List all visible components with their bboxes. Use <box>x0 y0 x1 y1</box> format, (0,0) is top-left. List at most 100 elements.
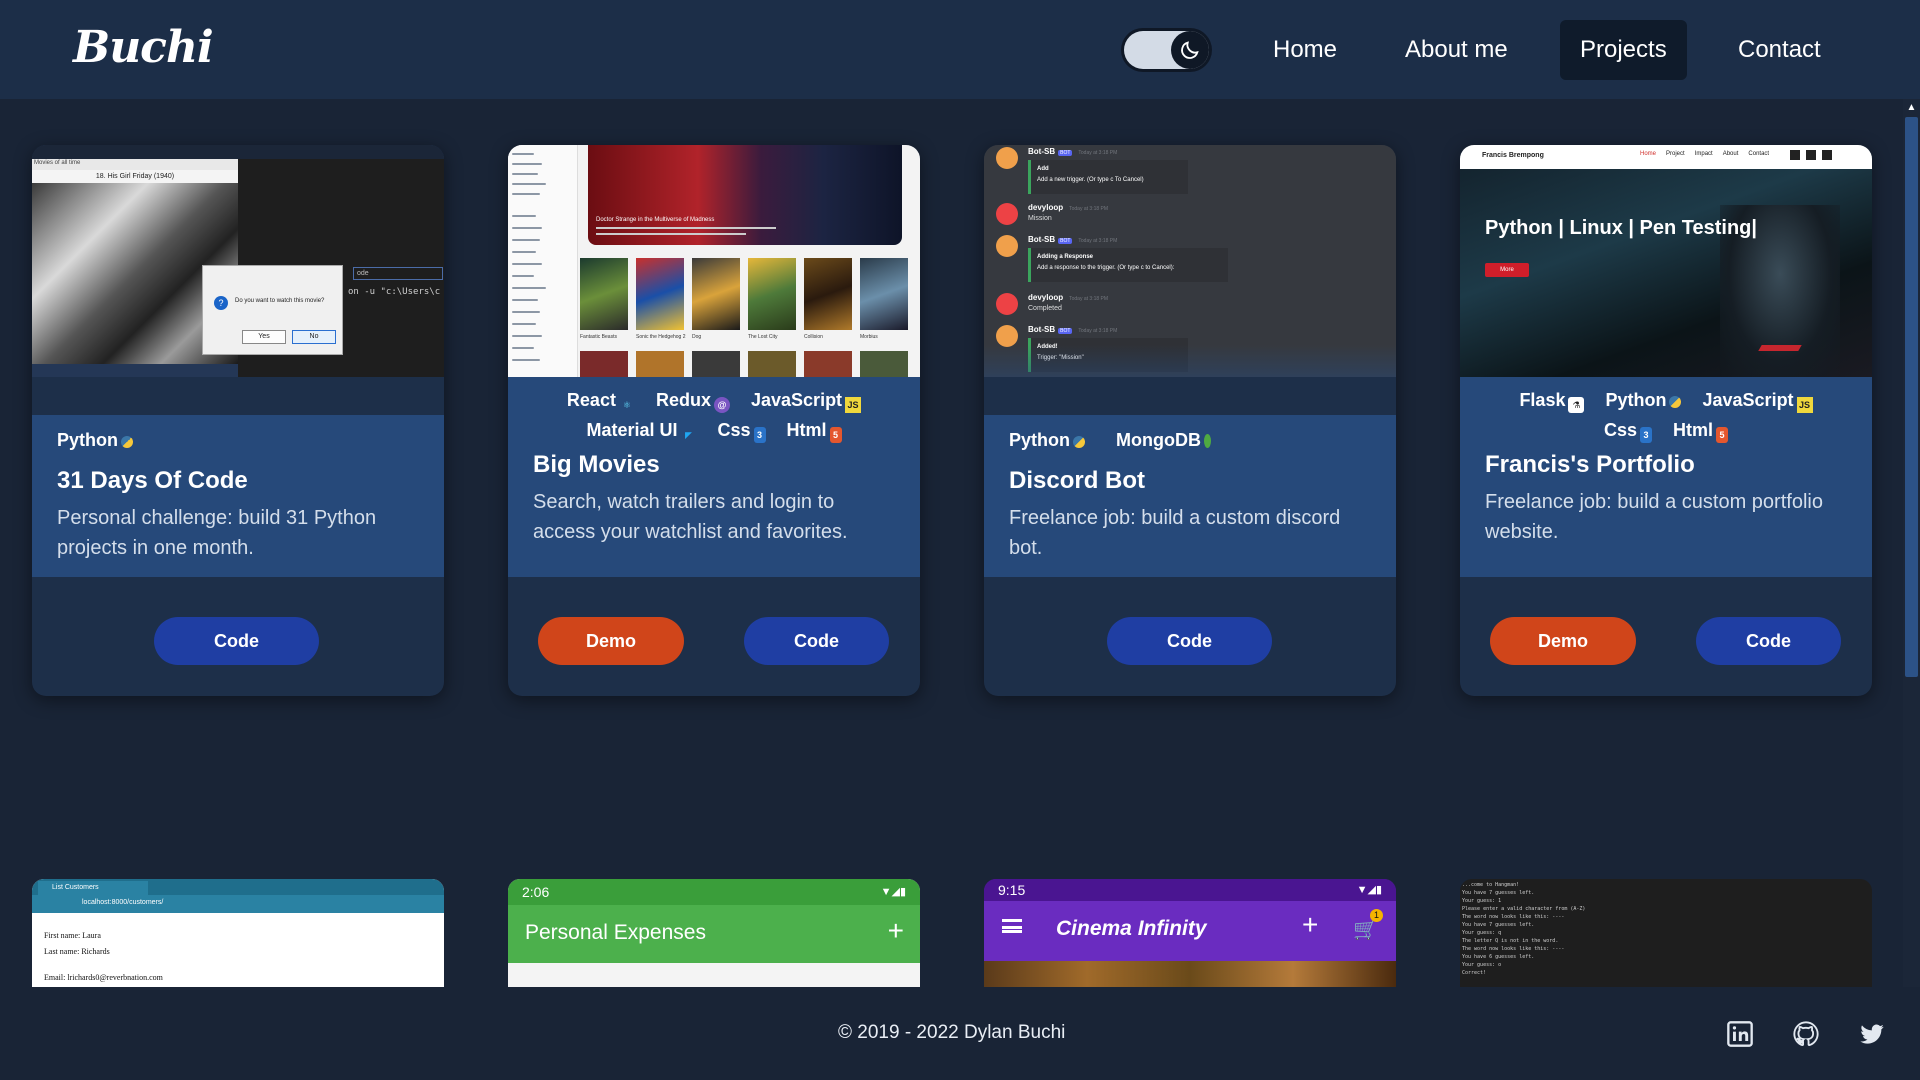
material-ui-icon: ◤ <box>685 430 692 440</box>
tag-html: Html 5 <box>787 415 842 445</box>
python-icon <box>121 436 133 448</box>
mongodb-icon <box>1204 434 1211 448</box>
html-icon: 5 <box>1716 427 1729 443</box>
code-button[interactable]: Code <box>1696 617 1841 665</box>
demo-button[interactable]: Demo <box>538 617 684 665</box>
tag-html: Html 5 <box>1673 415 1729 445</box>
html-icon: 5 <box>829 427 842 443</box>
project-card-personal-expenses[interactable]: 2:06 ▼◢▮ Personal Expenses + <box>508 879 920 987</box>
moon-icon <box>1171 31 1209 69</box>
javascript-icon: JS <box>1796 397 1813 413</box>
project-card-francis-portfolio: Francis Brempong Home Project Impact About C… <box>1460 145 1872 696</box>
tag-material-ui: Material UI ◤ <box>586 415 696 445</box>
avatar <box>996 325 1018 347</box>
terminal-line: The word now looks like this: ---- <box>1462 914 1565 920</box>
project-card-big-movies: Doctor Strange in the Multiverse of Madn… <box>508 145 920 696</box>
card-description: Freelance job: build a custom portfolio … <box>1485 491 1823 543</box>
redux-icon: @ <box>713 397 730 413</box>
linkedin-icon[interactable] <box>1726 1020 1754 1048</box>
python-icon <box>1073 436 1085 448</box>
avatar <box>996 235 1018 257</box>
project-card-customers[interactable]: List Customers localhost:8000/customers/… <box>32 879 444 987</box>
scrollbar-thumb[interactable] <box>1905 117 1918 677</box>
terminal-line: The word now looks like this: ---- <box>1462 946 1565 952</box>
copyright-text: © 2019 - 2022 Dylan Buchi <box>838 1022 1066 1043</box>
navbar: Buchi Home About me Projects Contact <box>0 0 1920 99</box>
discord-message: Bot-SB BOT Today at 3:18 PM Adding a Respon… <box>996 235 1386 285</box>
tag-python: Python <box>1605 385 1682 415</box>
card-title: Francis's Portfolio <box>1485 451 1695 478</box>
twitter-icon[interactable] <box>1858 1020 1886 1048</box>
card-description: Personal challenge: build 31 Python proj… <box>57 507 377 559</box>
card-title: Discord Bot <box>1009 467 1146 494</box>
project-screenshot: Francis Brempong Home Project Impact About C… <box>1460 145 1872 377</box>
avatar <box>996 147 1018 169</box>
brand-logo[interactable]: Buchi <box>73 22 214 73</box>
terminal-line: Your guess: q <box>1462 930 1502 936</box>
project-screenshot: Doctor Strange in the Multiverse of Madn… <box>508 145 920 377</box>
card-body: Flask ⚗ Python JavaScript JS Css 3 Html 5 Fr… <box>1460 377 1872 577</box>
page-scrollbar[interactable]: ▲ <box>1903 99 1920 987</box>
terminal-line: ...come to Hangman! <box>1462 882 1520 888</box>
theme-toggle[interactable] <box>1121 28 1212 72</box>
tag-redux: Redux @ <box>656 385 730 415</box>
card-body: Python 31 Days Of Code Personal challeng… <box>32 415 444 577</box>
avatar <box>996 293 1018 315</box>
python-icon <box>1669 396 1682 408</box>
card-description: Freelance job: build a custom discord bo… <box>1009 507 1341 559</box>
menu-icon <box>1002 919 1022 933</box>
tag-css: Css 3 <box>1604 415 1652 445</box>
javascript-icon: JS <box>845 397 862 413</box>
terminal-line: You have 6 guesses left. <box>1462 954 1535 960</box>
card-description: Search, watch trailers and login to acce… <box>533 491 848 543</box>
tech-tags: Python MongoDB <box>1009 415 1371 455</box>
terminal-line: Your guess: 1 <box>1462 898 1502 904</box>
tag-python: Python <box>1009 425 1085 455</box>
discord-message: Bot-SB BOT Today at 3:18 PM Add Add a new tr… <box>996 147 1386 197</box>
avatar <box>996 203 1018 225</box>
card-body: React ⚛ Redux @ JavaScript JS Material UI ◤ … <box>508 377 920 577</box>
add-icon: + <box>887 915 904 946</box>
react-icon: ⚛ <box>622 400 631 410</box>
css-icon: 3 <box>753 427 766 443</box>
css-icon: 3 <box>1640 427 1652 443</box>
nav-home[interactable]: Home <box>1253 20 1357 80</box>
add-icon: + <box>1302 909 1319 940</box>
tag-javascript: JavaScript JS <box>1703 385 1813 415</box>
tech-tags: Python <box>57 415 419 455</box>
nav-projects[interactable]: Projects <box>1560 20 1687 80</box>
project-card-cinema-infinity[interactable]: 9:15 ▼◢▮ Cinema Infinity + 🛒 1 <box>984 879 1396 987</box>
theme-toggle-track <box>1124 31 1209 69</box>
terminal-line: Your guess: o <box>1462 962 1502 968</box>
tag-python: Python <box>57 425 133 455</box>
project-screenshot: Movies of all time 18. His Girl Friday (… <box>32 145 444 377</box>
project-screenshot: Bot-SB BOT Today at 3:18 PM Add Add a new tr… <box>984 145 1396 377</box>
project-card-hangman[interactable]: ...come to Hangman! You have 7 guesses le… <box>1460 879 1872 987</box>
demo-button[interactable]: Demo <box>1490 617 1636 665</box>
tag-react: React ⚛ <box>567 385 635 415</box>
code-button[interactable]: Code <box>1107 617 1272 665</box>
nav-about[interactable]: About me <box>1385 20 1528 80</box>
terminal-line: You have 7 guesses left. <box>1462 922 1535 928</box>
project-card-discord-bot: Bot-SB BOT Today at 3:18 PM Add Add a new tr… <box>984 145 1396 696</box>
flask-icon: ⚗ <box>1568 397 1585 413</box>
terminal-line: Please enter a valid character from (A-Z… <box>1462 906 1586 912</box>
code-button[interactable]: Code <box>154 617 319 665</box>
tag-css: Css 3 <box>718 415 766 445</box>
github-icon[interactable] <box>1792 1020 1820 1048</box>
tech-tags: React ⚛ Redux @ JavaScript JS Material UI ◤ … <box>533 377 895 445</box>
nav-contact[interactable]: Contact <box>1718 20 1841 80</box>
tag-mongodb: MongoDB <box>1116 425 1211 455</box>
tech-tags: Flask ⚗ Python JavaScript JS Css 3 Html 5 <box>1485 377 1847 445</box>
card-title: Big Movies <box>533 451 660 478</box>
scroll-up-arrow-icon[interactable]: ▲ <box>1903 99 1920 117</box>
terminal-line: You have 7 guesses left. <box>1462 890 1535 896</box>
terminal-line: Correct! <box>1462 970 1487 976</box>
code-button[interactable]: Code <box>744 617 889 665</box>
tag-javascript: JavaScript JS <box>751 385 862 415</box>
card-title: 31 Days Of Code <box>57 467 248 494</box>
terminal-line: The letter Q is not in the word. <box>1462 938 1559 944</box>
project-card-31-days: Movies of all time 18. His Girl Friday (… <box>32 145 444 696</box>
tag-flask: Flask ⚗ <box>1519 385 1585 415</box>
card-body: Python MongoDB Discord Bot Freelance job… <box>984 415 1396 577</box>
